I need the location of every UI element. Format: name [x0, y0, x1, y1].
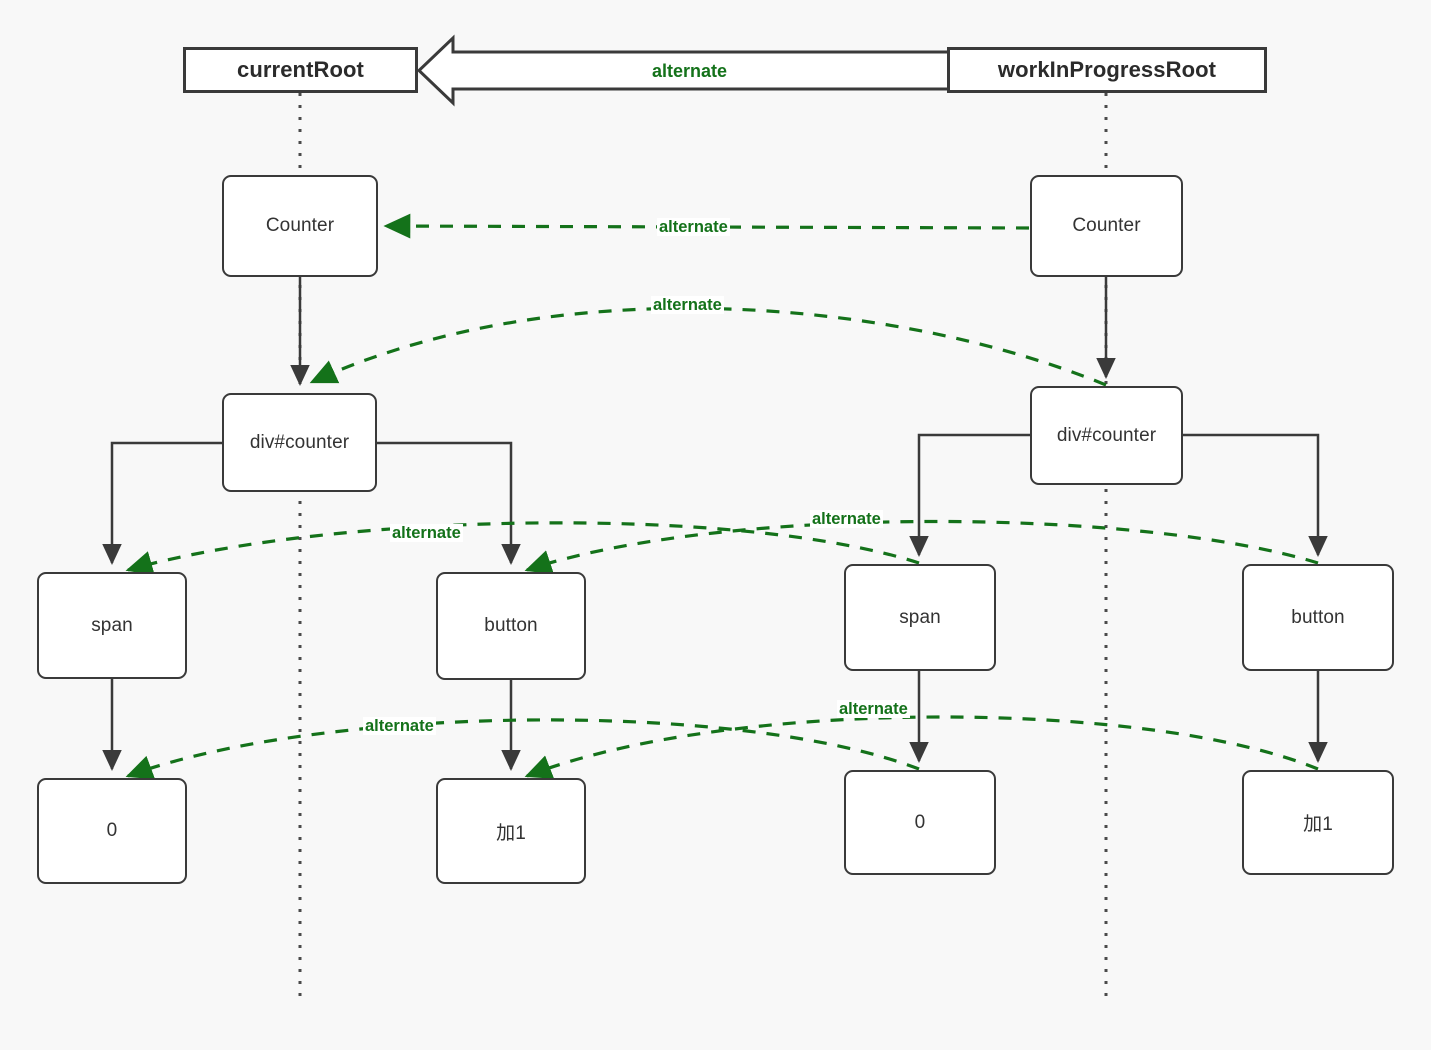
node-current-span-text[interactable]: 0 [37, 778, 187, 884]
node-wip-button-text[interactable]: 加1 [1242, 770, 1394, 875]
edge-div-to-span-current [102, 441, 222, 566]
edge-label-alternate-div: alternate [651, 296, 724, 314]
node-wip-div-counter-label: div#counter [1056, 424, 1157, 446]
edge-label-alternate-counter: alternate [657, 218, 730, 236]
node-wip-counter[interactable]: Counter [1030, 175, 1183, 277]
node-current-counter-label: Counter [265, 215, 335, 236]
node-current-button-text[interactable]: 加1 [436, 778, 586, 884]
node-wip-span-text[interactable]: 0 [844, 770, 996, 875]
node-current-span[interactable]: span [37, 572, 187, 679]
edge-alternate-button-text [524, 715, 1319, 779]
node-current-root[interactable]: currentRoot [183, 47, 418, 93]
edge-label-alternate-button: alternate [810, 510, 883, 528]
edge-div-to-span-wip [909, 433, 1030, 558]
node-wip-span[interactable]: span [844, 564, 996, 671]
wip-tree-child-edges [909, 277, 1328, 764]
edge-div-to-button-wip [1183, 433, 1328, 558]
edge-label-alternate-counter-text: alternate [659, 218, 728, 236]
edge-label-alternate-root: alternate [650, 62, 729, 80]
edge-label-alternate-span-text: alternate [392, 524, 461, 542]
edge-alternate-span [125, 521, 920, 576]
node-current-counter[interactable]: Counter [222, 175, 378, 277]
node-current-div-counter[interactable]: div#counter [222, 393, 377, 492]
node-current-span-text-label: 0 [106, 820, 118, 841]
edge-label-alternate-button-text-text: alternate [839, 700, 908, 718]
edge-label-alternate-button-text: alternate [837, 700, 910, 718]
node-current-button[interactable]: button [436, 572, 586, 680]
diagram-canvas: currentRoot workInProgressRoot Counter d… [0, 0, 1431, 1050]
node-work-in-progress-root-label: workInProgressRoot [997, 57, 1217, 82]
edge-label-alternate-div-text: alternate [653, 296, 722, 314]
edge-label-alternate-root-text: alternate [652, 61, 728, 81]
node-wip-span-text-label: 0 [914, 811, 926, 833]
node-wip-button-label: button [1291, 606, 1345, 628]
node-wip-span-label: span [899, 606, 941, 628]
node-current-button-text-label: 加1 [496, 822, 526, 844]
node-wip-button[interactable]: button [1242, 564, 1394, 671]
edge-label-alternate-span-text: alternate [363, 717, 436, 735]
node-current-span-label: span [91, 614, 133, 636]
edge-label-alternate-span: alternate [390, 524, 463, 542]
node-current-div-counter-label: div#counter [249, 431, 350, 453]
node-current-button-label: button [484, 615, 538, 636]
edge-alternate-span-text [125, 718, 920, 780]
node-wip-div-counter[interactable]: div#counter [1030, 386, 1183, 485]
node-wip-button-text-label: 加1 [1303, 814, 1333, 835]
edge-alternate-div [309, 306, 1107, 387]
edge-div-to-button-current [377, 441, 521, 566]
node-wip-counter-label: Counter [1072, 215, 1141, 236]
edge-label-alternate-span-text-text: alternate [365, 717, 434, 735]
node-current-root-label: currentRoot [237, 57, 364, 82]
connector-layer [102, 34, 1328, 1000]
node-work-in-progress-root[interactable]: workInProgressRoot [947, 47, 1267, 93]
current-tree-child-edges [102, 277, 521, 772]
edge-alternate-button [524, 519, 1319, 575]
edge-label-alternate-button-text: alternate [812, 510, 881, 528]
